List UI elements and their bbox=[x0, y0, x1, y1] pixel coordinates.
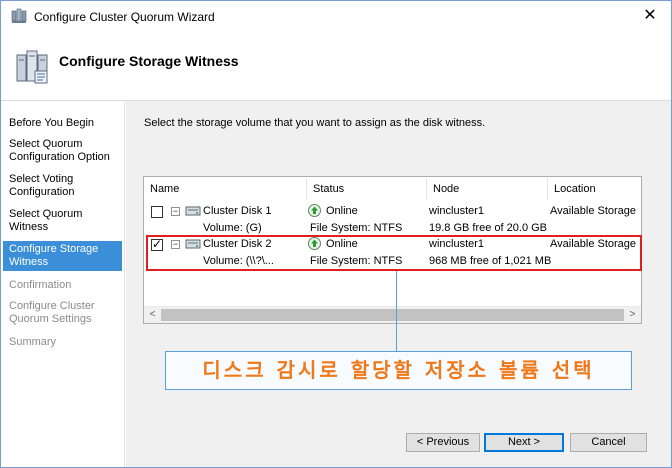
row-volume: Volume: (\\?\... bbox=[203, 255, 274, 267]
column-header-status[interactable]: Status bbox=[307, 178, 427, 200]
nav-item-select-voting-configuration[interactable]: Select Voting Configuration bbox=[3, 171, 122, 201]
scroll-left-icon[interactable]: < bbox=[144, 307, 161, 323]
expand-collapse-icon[interactable]: − bbox=[171, 207, 180, 216]
row-free-space: 968 MB free of 1,021 MB bbox=[429, 255, 552, 267]
disk-icon bbox=[185, 206, 201, 216]
row-status: Online bbox=[326, 238, 358, 250]
cancel-button[interactable]: Cancel bbox=[570, 433, 647, 452]
disk-icon bbox=[185, 239, 201, 249]
callout-connector bbox=[396, 271, 397, 351]
row-status: Online bbox=[326, 205, 358, 217]
row-name: Cluster Disk 2 bbox=[203, 238, 272, 250]
row-node: wincluster1 bbox=[429, 238, 485, 250]
horizontal-scrollbar[interactable]: < > bbox=[144, 306, 641, 323]
row-location: Available Storage bbox=[550, 238, 637, 250]
nav-item-summary: Summary bbox=[9, 336, 57, 348]
annotation-text: 디스크 감시로 할당할 저장소 볼륨 선택 bbox=[202, 358, 595, 382]
online-arrow-icon bbox=[308, 237, 321, 250]
nav-item-configure-cluster-quorum-settings: Configure Cluster Quorum Settings bbox=[9, 300, 95, 325]
column-header-node[interactable]: Node bbox=[427, 178, 548, 200]
storage-volume-list[interactable]: Name Status Node Location − Cluster Disk… bbox=[143, 176, 642, 324]
next-button[interactable]: Next > bbox=[484, 433, 564, 452]
previous-button[interactable]: < Previous bbox=[406, 433, 480, 452]
wizard-footer: < Previous Next > Cancel bbox=[126, 419, 671, 467]
row-checkbox[interactable] bbox=[151, 206, 163, 218]
row-free-space: 19.8 GB free of 20.0 GB bbox=[429, 222, 548, 234]
nav-item-before-you-begin[interactable]: Before You Begin bbox=[3, 115, 122, 132]
scroll-right-icon[interactable]: > bbox=[624, 307, 641, 323]
scroll-thumb[interactable] bbox=[161, 309, 624, 321]
window-title: Configure Cluster Quorum Wizard bbox=[34, 10, 215, 24]
nav-item-select-quorum-witness[interactable]: Select Quorum Witness bbox=[3, 206, 122, 236]
page-title: Configure Storage Witness bbox=[59, 53, 239, 69]
nav-item-confirmation: Confirmation bbox=[9, 279, 72, 291]
row-filesystem: File System: NTFS bbox=[310, 255, 403, 267]
wizard-header: Configure Storage Witness bbox=[1, 31, 671, 101]
expand-collapse-icon[interactable]: − bbox=[171, 240, 180, 249]
nav-item-configure-storage-witness[interactable]: Configure Storage Witness bbox=[3, 241, 122, 271]
online-arrow-icon bbox=[308, 204, 321, 217]
wizard-steps-nav: Before You Begin Select Quorum Configura… bbox=[1, 101, 125, 467]
row-location: Available Storage bbox=[550, 205, 637, 217]
row-volume: Volume: (G) bbox=[203, 222, 262, 234]
server-cluster-icon bbox=[16, 50, 48, 84]
instruction-text: Select the storage volume that you want … bbox=[144, 117, 486, 129]
row-filesystem: File System: NTFS bbox=[310, 222, 403, 234]
row-name: Cluster Disk 1 bbox=[203, 205, 272, 217]
close-button[interactable]: ✕ bbox=[633, 3, 667, 29]
row-checkbox[interactable] bbox=[151, 237, 163, 251]
column-header-name[interactable]: Name bbox=[144, 178, 307, 200]
wizard-window: Configure Cluster Quorum Wizard ✕ Config… bbox=[0, 0, 672, 468]
nav-item-select-quorum-configuration-option[interactable]: Select Quorum Configuration Option bbox=[3, 136, 122, 166]
cluster-icon bbox=[11, 8, 27, 23]
title-bar: Configure Cluster Quorum Wizard ✕ bbox=[1, 1, 671, 31]
row-node: wincluster1 bbox=[429, 205, 485, 217]
annotation-callout: 디스크 감시로 할당할 저장소 볼륨 선택 bbox=[165, 351, 632, 390]
column-header-location[interactable]: Location bbox=[548, 178, 641, 200]
